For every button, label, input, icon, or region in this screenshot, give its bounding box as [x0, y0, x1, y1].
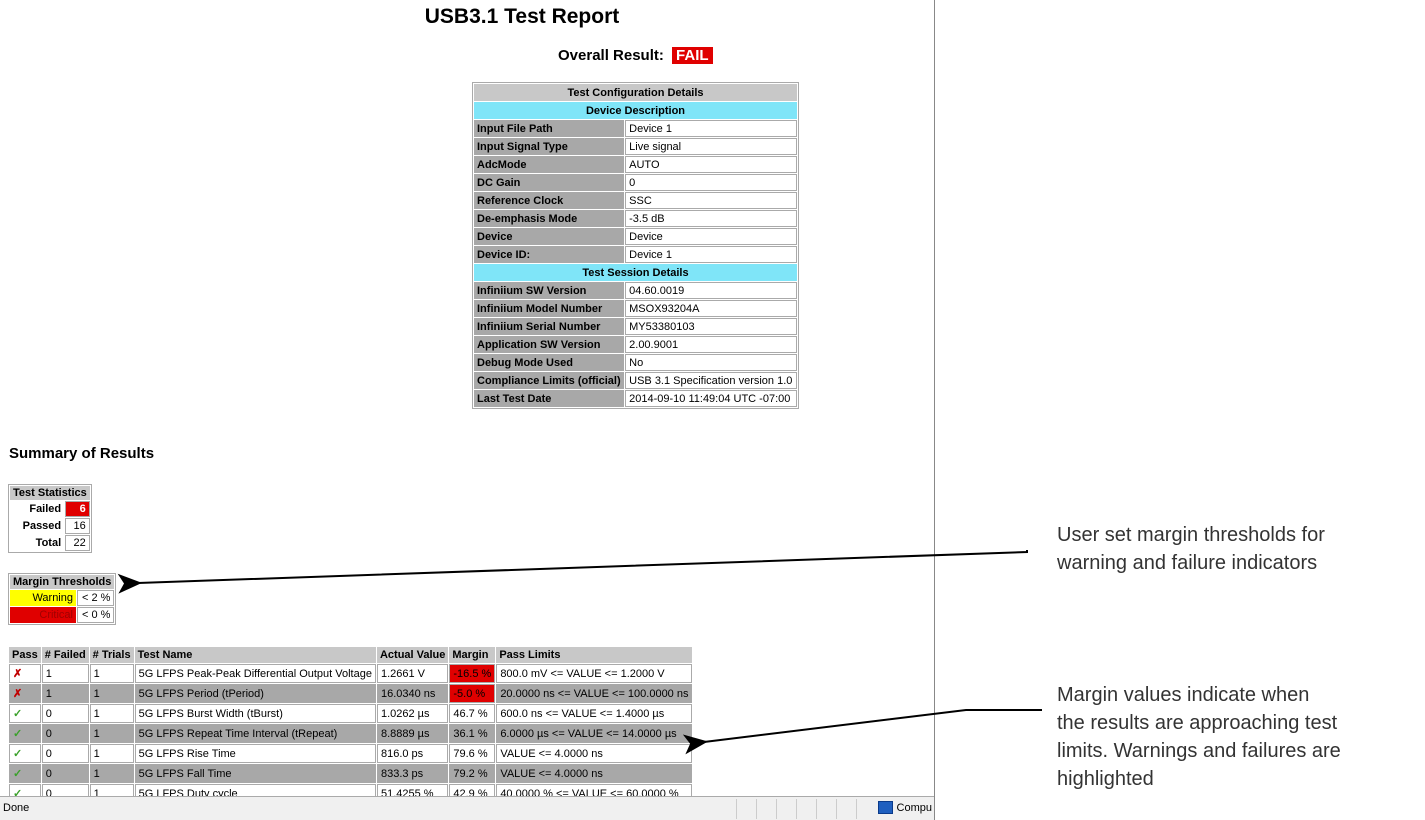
annotation-line: the results are approaching test — [1057, 712, 1338, 734]
annotation-line: warning and failure indicators — [1057, 552, 1318, 574]
annotation-margins: Margin values indicate when the results … — [1057, 681, 1341, 793]
annotation-thresholds: User set margin thresholds for warning a… — [1057, 521, 1325, 577]
threshold-arrow — [117, 550, 1028, 594]
margin-arrow — [682, 709, 1042, 755]
annotation-line: limits. Warnings and failures are — [1057, 740, 1341, 762]
annotation-line: highlighted — [1057, 768, 1154, 790]
annotation-line: User set margin thresholds for — [1057, 524, 1325, 546]
annotation-line: Margin values indicate when — [1057, 684, 1310, 706]
